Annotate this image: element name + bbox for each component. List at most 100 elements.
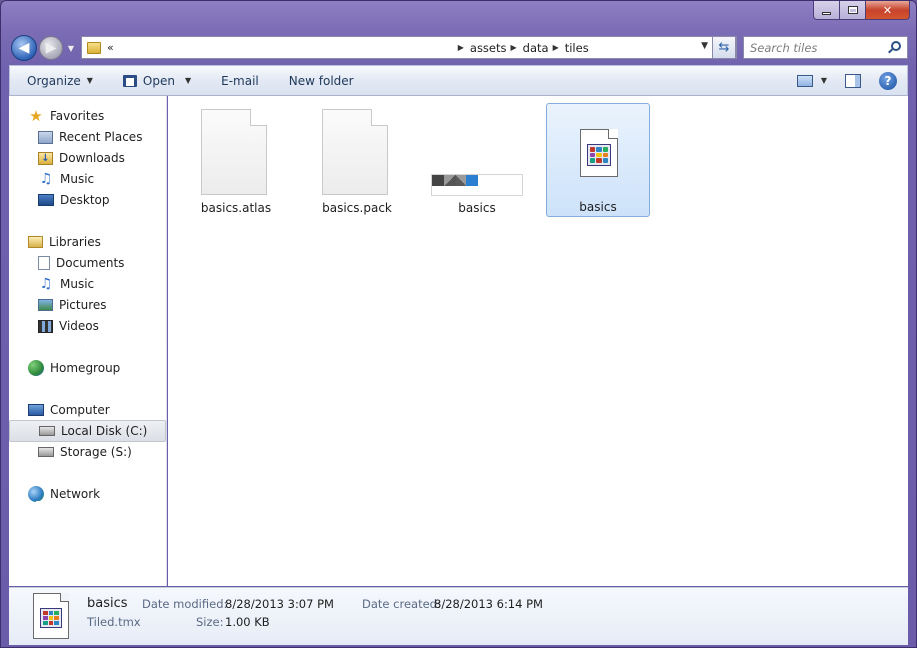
navigation-pane: ★ Favorites Recent Places ↓ Downloads ♫ … — [9, 96, 167, 586]
nav-item-label: Local Disk (C:) — [61, 424, 148, 438]
chevron-right-icon[interactable]: ▶ — [458, 43, 464, 52]
tiled-map-icon — [40, 608, 62, 628]
file-tile[interactable]: basics.pack — [305, 103, 409, 217]
breadcrumb-tiles[interactable]: ▶ tiles — [549, 41, 589, 55]
nav-item-local-disk[interactable]: Local Disk (C:) — [9, 420, 166, 442]
nav-group-label: Homegroup — [50, 361, 121, 375]
folder-icon — [87, 41, 101, 54]
breadcrumb-label: tiles — [564, 40, 589, 55]
email-button[interactable]: E-mail — [201, 66, 269, 95]
open-menu[interactable]: Open ▼ — [103, 66, 201, 95]
nav-item-desktop[interactable]: Desktop — [9, 190, 166, 210]
details-file-type: Tiled.tmx — [87, 615, 141, 629]
map-tile — [602, 147, 608, 152]
generic-file-icon — [322, 109, 388, 195]
minimize-icon — [822, 11, 831, 15]
open-label: Open — [142, 73, 175, 88]
preview-pane-icon[interactable] — [845, 73, 861, 88]
nav-group-label: Computer — [50, 403, 110, 417]
command-bar: Organize ▼ Open ▼ E-mail New folder ▼ ? — [9, 65, 908, 96]
refresh-button[interactable]: ⇆ — [712, 36, 736, 59]
view-options-chevron-icon[interactable]: ▼ — [821, 76, 827, 85]
redacted-area — [36, 501, 114, 575]
chevron-down-icon: ▼ — [67, 43, 75, 53]
nav-item-downloads[interactable]: ↓ Downloads — [9, 148, 166, 168]
map-tile — [596, 147, 602, 152]
search-icon[interactable] — [891, 41, 901, 51]
address-dropdown-icon[interactable]: ▼ — [701, 41, 708, 51]
file-name: basics.atlas — [200, 201, 272, 215]
map-tile — [48, 616, 54, 620]
refresh-icon: ⇆ — [718, 40, 730, 55]
nav-item-documents[interactable]: Documents — [9, 253, 166, 273]
size-label: Size: — [196, 615, 224, 629]
file-tile-selected[interactable]: basics — [546, 103, 650, 217]
file-tile[interactable]: basics.atlas — [184, 103, 288, 217]
nav-item-label: Downloads — [59, 151, 125, 165]
close-icon: ✕ — [882, 3, 893, 17]
search-box — [743, 36, 908, 59]
nav-group-label: Libraries — [49, 235, 101, 249]
change-view-icon[interactable] — [796, 74, 813, 87]
file-name: basics — [579, 200, 617, 214]
map-tile — [602, 152, 608, 158]
nav-item-storage[interactable]: Storage (S:) — [9, 442, 166, 462]
nav-libraries[interactable]: Libraries — [9, 232, 101, 252]
file-name: basics — [458, 201, 496, 215]
pictures-icon — [38, 299, 53, 311]
nav-item-label: Videos — [59, 319, 99, 333]
libraries-icon — [28, 236, 43, 248]
image-thumbnail — [431, 174, 523, 196]
map-tile — [43, 611, 48, 615]
chevron-down-icon: ▼ — [184, 76, 192, 85]
nav-item-music[interactable]: ♫ Music — [9, 169, 166, 189]
nav-item-label: Documents — [56, 256, 125, 270]
nav-item-library-music[interactable]: ♫ Music — [9, 274, 166, 294]
help-icon[interactable]: ? — [879, 71, 897, 90]
maximize-button[interactable] — [840, 1, 866, 20]
overflow-chevron[interactable]: « — [107, 41, 114, 54]
file-name: basics.pack — [322, 201, 392, 215]
nav-item-pictures[interactable]: Pictures — [9, 295, 166, 315]
file-tile[interactable]: basics — [425, 103, 529, 217]
forward-button[interactable]: ▶ — [39, 36, 63, 60]
address-bar[interactable]: « ▶ assets ▶ data ▶ tiles ▼ ⇆ — [81, 36, 737, 59]
map-tile — [48, 621, 54, 625]
thumbnail-tile — [432, 175, 444, 186]
search-input[interactable] — [750, 40, 890, 55]
star-icon: ★ — [29, 107, 43, 125]
chevron-right-icon[interactable]: ▶ — [553, 43, 559, 52]
nav-item-videos[interactable]: Videos — [9, 316, 166, 336]
nav-item-recent-places[interactable]: Recent Places — [9, 127, 166, 147]
thumbnail-tile — [466, 175, 478, 186]
chevron-right-icon[interactable]: ▶ — [511, 43, 517, 52]
breadcrumb-data[interactable]: ▶ data — [507, 41, 549, 55]
nav-favorites[interactable]: ★ Favorites — [9, 106, 104, 126]
navigation-row: ◀ ▶ ▼ « ▶ assets ▶ data ▶ tiles ▼ ⇆ — [9, 33, 908, 61]
new-folder-label: New folder — [288, 73, 354, 88]
nav-homegroup[interactable]: Homegroup — [9, 358, 120, 378]
map-tile — [590, 147, 596, 152]
details-file-name: basics — [87, 596, 128, 611]
nav-item-label: Pictures — [59, 298, 107, 312]
map-tile — [596, 152, 602, 158]
map-tile — [602, 158, 608, 163]
minimize-button[interactable] — [813, 1, 840, 20]
computer-icon — [28, 404, 44, 416]
downloads-icon: ↓ — [38, 151, 53, 165]
back-button[interactable]: ◀ — [11, 35, 37, 61]
caption-buttons: ✕ — [813, 1, 910, 20]
recent-pages-button[interactable]: ▼ — [66, 43, 76, 53]
chevron-down-icon: ▼ — [86, 76, 93, 85]
explorer-window: ✕ ◀ ▶ ▼ « ▶ assets ▶ data ▶ tiles ▼ ⇆ Se… — [0, 0, 917, 648]
desktop-icon — [38, 194, 54, 206]
new-folder-button[interactable]: New folder — [269, 66, 364, 95]
thumbnail-tile — [444, 175, 456, 186]
organize-menu[interactable]: Organize ▼ — [10, 66, 103, 95]
nav-item-label: Storage (S:) — [60, 445, 132, 459]
breadcrumb-assets[interactable]: ▶ assets — [454, 41, 507, 55]
map-tile — [48, 611, 54, 615]
close-button[interactable]: ✕ — [866, 1, 910, 20]
map-tile — [590, 152, 596, 158]
nav-computer[interactable]: Computer — [9, 400, 110, 420]
